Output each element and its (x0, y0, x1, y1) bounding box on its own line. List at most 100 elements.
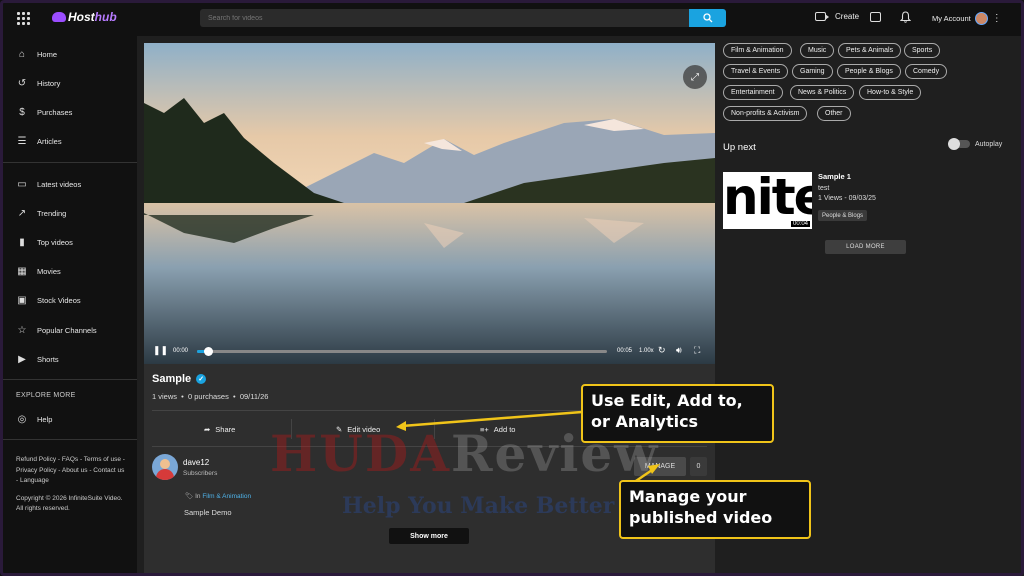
explore-heading: EXPLORE MORE (16, 392, 76, 399)
top-bar: Hosthub Create My Account ⋮ (0, 0, 1024, 36)
copyright: Copyright © 2026 InfiniteSuite Video. Al… (16, 495, 123, 512)
load-more-button[interactable]: LOAD MORE (825, 240, 906, 254)
channel-name[interactable]: dave12 (183, 458, 209, 467)
message-icon[interactable] (870, 12, 881, 22)
avatar (974, 12, 988, 25)
category-line: 🏷︎ In Film & Animation (185, 492, 251, 500)
category-chip[interactable]: Sports (904, 43, 941, 58)
category-chip[interactable]: Travel & Events (723, 64, 789, 79)
channel-subscribers: Subscribers (183, 470, 218, 477)
autoplay-toggle[interactable]: Autoplay (948, 138, 1003, 150)
category-chip[interactable]: Music (800, 43, 835, 58)
volume-icon[interactable]: 🔊︎ (676, 345, 682, 356)
fullscreen-icon[interactable]: ⛶ (694, 345, 700, 356)
show-more-button[interactable]: Show more (389, 528, 469, 544)
current-time: 00:00 (173, 348, 189, 354)
category-link[interactable]: Film & Animation (202, 493, 251, 500)
account-label: My Account (932, 14, 971, 23)
sidebar-item-help[interactable]: ◎ Help (16, 413, 53, 425)
up-next-heading: Up next (723, 142, 756, 153)
logo[interactable]: Host hub (52, 10, 117, 24)
category-chip[interactable]: News & Politics (790, 85, 855, 100)
duration: 00:05 (617, 348, 633, 354)
channel-avatar[interactable] (152, 454, 178, 480)
sidebar-item-movies[interactable]: ▦ Movies (16, 265, 61, 277)
apps-grid-icon[interactable] (17, 12, 30, 25)
video-player[interactable]: ⤢ ❚❚ 00:00 00:05 1.00x ↻ 🔊︎ ⛶ (144, 43, 715, 364)
share-icon: ➦ (204, 425, 211, 434)
category-chip[interactable]: Other (817, 106, 851, 121)
sidebar-item-popular-channels[interactable]: ☆ Popular Channels (16, 324, 97, 336)
category-chip[interactable]: Non-profits & Activism (723, 106, 808, 121)
sidebar-item-top-videos[interactable]: ▮ Top videos (16, 236, 73, 248)
category-chip[interactable]: Entertainment (723, 85, 783, 100)
help-icon: ◎ (17, 413, 27, 425)
search-icon (702, 13, 712, 23)
sidebar-item-label: Articles (37, 136, 62, 146)
views-count: 1 views (152, 392, 178, 401)
footer-links[interactable]: Refund Policy - FAQs - Terms of use - Pr… (16, 455, 126, 487)
sidebar-item-label: Purchases (37, 107, 73, 117)
sidebar-item-label: Trending (37, 208, 67, 218)
logo-text-b: hub (94, 10, 117, 24)
sidebar-item-label: Home (37, 49, 58, 59)
category-chip[interactable]: Comedy (905, 64, 948, 79)
share-button[interactable]: ➦ Share (204, 425, 235, 434)
video-frame-image (144, 43, 715, 364)
sidebar-item-shorts[interactable]: ▶ Shorts (16, 353, 59, 365)
callout-edit: Use Edit, Add to, or Analytics (581, 384, 774, 443)
video-title-row: Sample ✓ (152, 373, 207, 385)
sidebar-item-latest-videos[interactable]: ▭ Latest videos (16, 178, 81, 190)
up-next-thumbnail[interactable]: nite 00:04 (723, 172, 812, 229)
sidebar-item-history[interactable]: ↺ History (16, 77, 61, 89)
up-next-tag[interactable]: People & Blogs (818, 210, 868, 221)
sidebar-item-trending[interactable]: ↗ Trending (16, 207, 67, 219)
history-icon: ↺ (17, 77, 27, 89)
video-icon: ▭ (17, 178, 27, 190)
seek-bar[interactable] (197, 347, 607, 356)
pause-button[interactable]: ❚❚ (153, 345, 168, 356)
sidebar-item-label: Top videos (37, 237, 73, 247)
logo-text-a: Host (68, 10, 95, 24)
sidebar-item-purchases[interactable]: $ Purchases (16, 106, 72, 118)
sidebar-item-stock-videos[interactable]: ▣ Stock Videos (16, 294, 80, 306)
create-button[interactable]: Create (815, 12, 859, 21)
bar-chart-icon: ▮ (19, 236, 25, 248)
article-icon: ☰ (17, 135, 27, 147)
category-chip[interactable]: People & Blogs (837, 64, 901, 79)
sidebar-item-label: Help (37, 414, 53, 424)
dollar-icon: $ (19, 106, 25, 118)
more-vert-icon[interactable]: ⋮ (992, 13, 1002, 24)
bell-icon[interactable] (900, 11, 911, 23)
toggle-switch[interactable] (948, 138, 970, 150)
category-chip[interactable]: Film & Animation (723, 43, 792, 58)
home-icon: ⌂ (18, 48, 26, 60)
category-chip[interactable]: Pets & Animals (838, 43, 902, 58)
cloud-logo-icon (52, 12, 66, 22)
playback-speed[interactable]: 1.00x (639, 348, 654, 354)
search-input[interactable] (200, 9, 689, 27)
video-description: Sample Demo (184, 508, 232, 517)
camera-icon (815, 12, 829, 21)
sidebar-divider (0, 379, 137, 380)
expand-icon: ⤢ (691, 71, 699, 83)
sidebar-item-label: Shorts (37, 354, 59, 364)
thumbnail-duration: 00:04 (790, 221, 810, 227)
watermark-part-a: HUDA (270, 424, 451, 483)
account-menu[interactable]: My Account ⋮ (932, 12, 1002, 25)
search-button[interactable] (689, 9, 726, 27)
star-icon: ☆ (17, 324, 27, 336)
sidebar-item-articles[interactable]: ☰ Articles (16, 135, 62, 147)
category-chip[interactable]: Gaming (792, 64, 833, 79)
publish-date: 09/11/26 (239, 392, 269, 401)
sidebar-item-home[interactable]: ⌂ Home (16, 48, 57, 60)
sidebar-divider (0, 162, 137, 163)
fullscreen-expand-button[interactable]: ⤢ (683, 65, 707, 89)
autoplay-label: Autoplay (975, 140, 1003, 148)
purchases-count: 0 purchases (187, 392, 229, 401)
up-next-title[interactable]: Sample 1 (818, 172, 851, 181)
category-chip[interactable]: How-to & Style (859, 85, 922, 100)
sidebar-item-label: History (37, 78, 61, 88)
pause-icon: ❚❚ (153, 345, 169, 355)
replay-icon[interactable]: ↻ (658, 345, 666, 356)
